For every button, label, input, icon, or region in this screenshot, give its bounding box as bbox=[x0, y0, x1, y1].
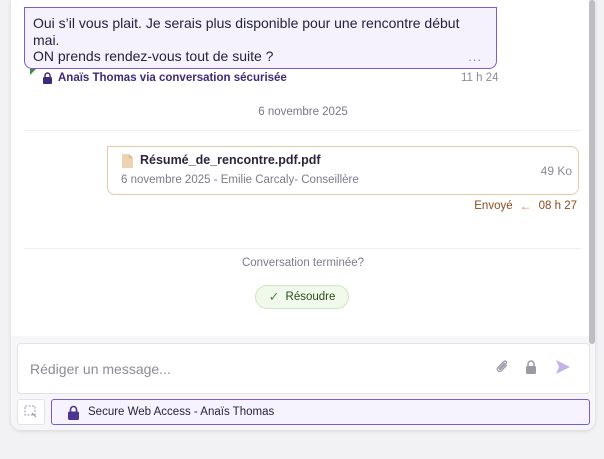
check-icon: ✓ bbox=[268, 289, 280, 304]
bottom-bar: Secure Web Access - Anaïs Thomas bbox=[17, 399, 590, 425]
secure-web-access-button[interactable]: Secure Web Access - Anaïs Thomas bbox=[51, 399, 590, 425]
lock-icon bbox=[43, 72, 52, 84]
file-attachment-card[interactable]: Résumé_de_rencontre.pdf.pdf 49 Ko 6 nove… bbox=[107, 146, 579, 195]
paperclip-icon[interactable] bbox=[494, 358, 512, 376]
thread-scrollbar[interactable] bbox=[589, 0, 595, 344]
document-icon bbox=[122, 154, 133, 168]
file-size: 49 Ko bbox=[540, 164, 572, 178]
selection-button[interactable] bbox=[17, 399, 45, 425]
divider bbox=[24, 130, 581, 131]
sent-status-label: Envoyé bbox=[474, 200, 513, 212]
resolve-button[interactable]: ✓ Résoudre bbox=[255, 285, 349, 309]
conversation-ended-question: Conversation terminée? bbox=[241, 257, 365, 269]
incoming-message-bubble: Oui s’il vous plait. Je serais plus disp… bbox=[24, 7, 497, 69]
outgoing-time: 08 h 27 bbox=[538, 200, 577, 212]
message-input[interactable] bbox=[30, 358, 470, 380]
sent-arrow-icon: ← bbox=[519, 199, 532, 213]
secure-web-access-label: Secure Web Access - Anaïs Thomas bbox=[88, 406, 275, 418]
send-icon[interactable] bbox=[554, 358, 572, 376]
incoming-message-line-1: Oui s’il vous plait. Je serais plus disp… bbox=[33, 15, 460, 48]
incoming-message-line-2: ON prends rendez-vous tout de suite ? bbox=[33, 48, 274, 64]
incoming-sender: Anaïs Thomas via conversation sécurisée bbox=[42, 72, 287, 84]
message-composer bbox=[17, 343, 590, 394]
more-options-icon[interactable]: ... bbox=[468, 50, 482, 63]
scrollbar-thumb[interactable] bbox=[589, 0, 595, 344]
message-thread: Oui s’il vous plait. Je serais plus disp… bbox=[11, 0, 595, 344]
selection-icon bbox=[24, 405, 37, 418]
date-separator: 6 novembre 2025 bbox=[258, 106, 348, 118]
resolve-button-label: Résoudre bbox=[285, 291, 336, 303]
file-name[interactable]: Résumé_de_rencontre.pdf.pdf bbox=[140, 153, 321, 167]
file-details: 6 novembre 2025 - Emilie Carcaly- Consei… bbox=[121, 174, 359, 186]
conversation-panel: Oui s’il vous plait. Je serais plus disp… bbox=[11, 0, 595, 430]
divider bbox=[24, 248, 581, 249]
incoming-time: 11 h 24 bbox=[461, 72, 499, 84]
bubble-tail bbox=[30, 69, 36, 75]
lock-icon[interactable] bbox=[522, 358, 540, 376]
outgoing-status: Envoyé ← 08 h 27 bbox=[474, 199, 577, 213]
incoming-sender-label: Anaïs Thomas via conversation sécurisée bbox=[58, 72, 287, 84]
lock-icon bbox=[68, 405, 79, 420]
